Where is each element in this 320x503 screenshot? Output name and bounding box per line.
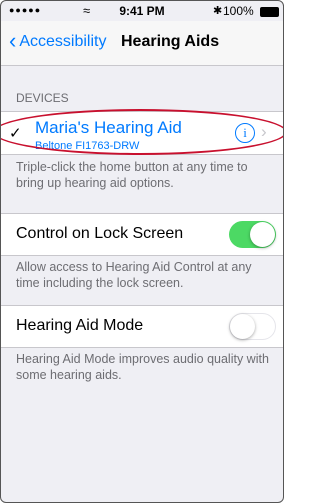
toggle-knob [230, 314, 255, 339]
devices-footer: Triple-click the home button at any time… [16, 160, 248, 190]
hearing-aid-mode-label: Hearing Aid Mode [16, 317, 144, 334]
hearing-aid-mode-footer: Hearing Aid Mode improves audio quality … [16, 352, 269, 382]
control-lock-screen-toggle[interactable] [229, 221, 276, 248]
device-row[interactable]: ✓ Maria's Hearing Aid Beltone FI1763-DRW… [1, 111, 283, 155]
chevron-left-icon: ‹ [9, 28, 17, 53]
chevron-right-icon: › [261, 122, 267, 141]
back-label: Accessibility [19, 33, 107, 50]
control-lock-screen-row: Control on Lock Screen [1, 213, 283, 256]
toggle-knob [250, 222, 275, 247]
back-button[interactable]: ‹ Accessibility [9, 28, 107, 53]
devices-section-header: DEVICES [16, 91, 69, 105]
hearing-aid-mode-row: Hearing Aid Mode [1, 305, 283, 348]
battery-icon [260, 7, 279, 17]
page-title: Hearing Aids [121, 33, 220, 50]
bluetooth-icon: ✱ [213, 5, 223, 17]
status-bar: ●●●●● ≈ 9:41 PM ✱ 100% [1, 1, 283, 21]
battery-percentage: 100% [223, 4, 254, 18]
hearing-aid-mode-toggle[interactable] [229, 313, 276, 340]
control-lock-screen-footer: Allow access to Hearing Aid Control at a… [16, 260, 252, 290]
checkmark-icon: ✓ [9, 125, 22, 142]
navigation-bar: ‹ Accessibility Hearing Aids [1, 21, 283, 66]
info-icon[interactable]: i [235, 123, 255, 143]
control-lock-screen-label: Control on Lock Screen [16, 225, 184, 242]
device-name: Maria's Hearing Aid [35, 118, 182, 137]
phone-screen: ●●●●● ≈ 9:41 PM ✱ 100% ‹ Accessibility He… [0, 0, 284, 503]
device-model: Beltone FI1763-DRW [35, 140, 140, 152]
